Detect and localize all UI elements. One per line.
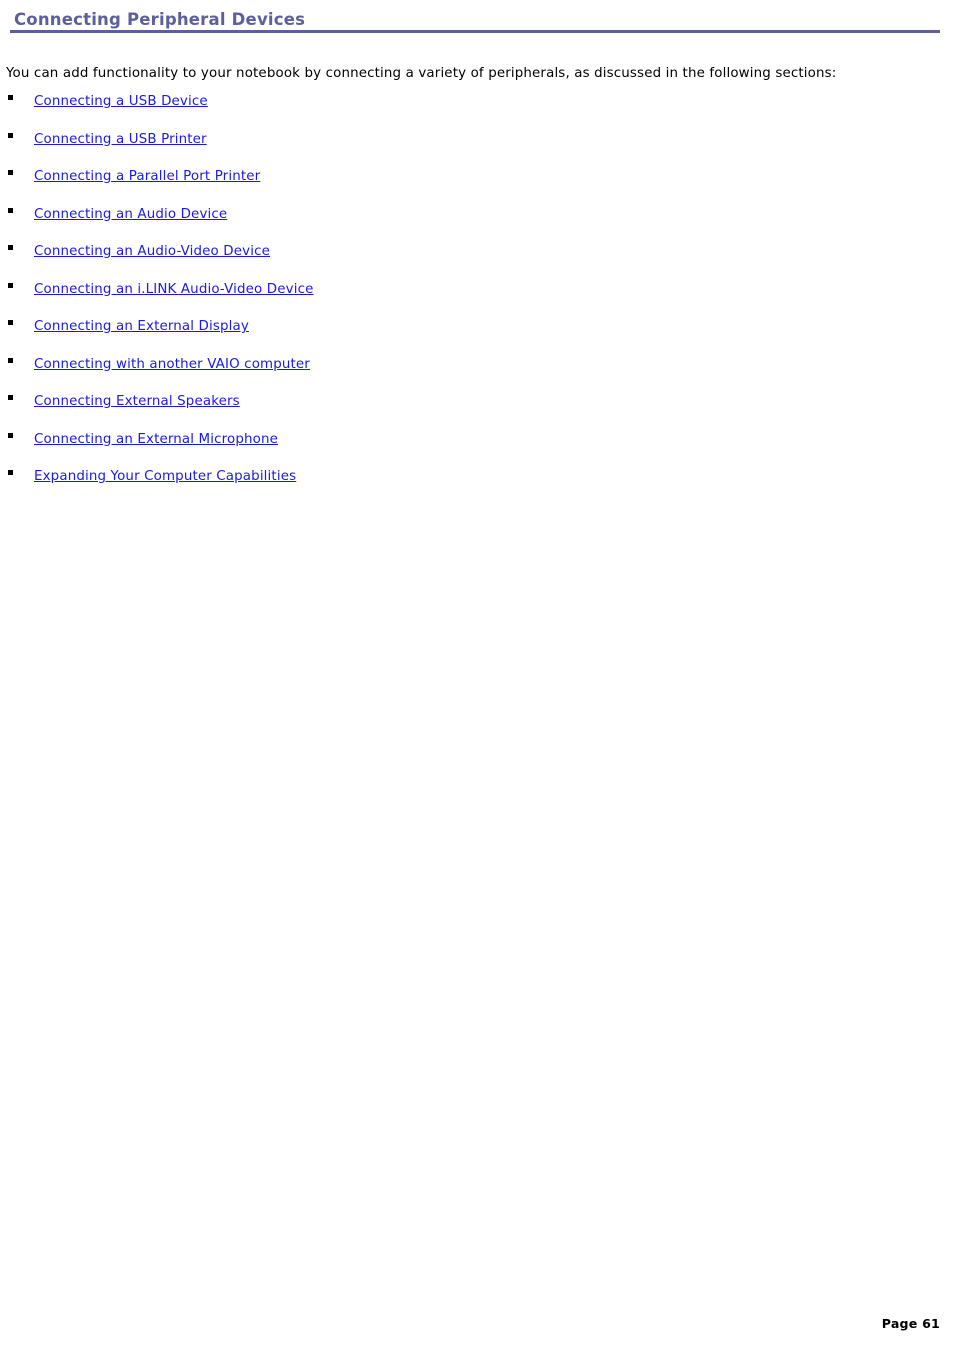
list-item: Connecting a USB Printer: [0, 128, 954, 166]
list-item: Connecting External Speakers: [0, 390, 954, 428]
square-bullet-icon: [8, 170, 13, 175]
square-bullet-icon: [8, 357, 13, 363]
section-link-connecting-an-ilink-audio-video-device[interactable]: Connecting an i.LINK Audio-Video Device: [34, 282, 314, 297]
square-bullet-icon: [8, 432, 13, 438]
section-link-connecting-with-another-vaio-computer[interactable]: Connecting with another VAIO computer: [34, 357, 310, 372]
list-item: Connecting a USB Device: [0, 90, 954, 128]
square-bullet-icon: [8, 320, 13, 325]
page-title: Connecting Peripheral Devices: [14, 10, 306, 29]
section-link-connecting-an-external-display[interactable]: Connecting an External Display: [34, 319, 249, 334]
square-bullet-icon: [8, 395, 13, 400]
square-bullet-icon: [8, 207, 13, 213]
section-link-connecting-an-external-microphone[interactable]: Connecting an External Microphone: [34, 432, 278, 447]
section-link-connecting-external-speakers[interactable]: Connecting External Speakers: [34, 394, 240, 409]
section-link-connecting-a-usb-device[interactable]: Connecting a USB Device: [34, 94, 208, 109]
intro-paragraph: You can add functionality to your notebo…: [6, 66, 837, 82]
list-item: Connecting an External Display: [0, 315, 954, 353]
list-item: Connecting an i.LINK Audio-Video Device: [0, 278, 954, 316]
list-item: Connecting an External Microphone: [0, 428, 954, 466]
square-bullet-icon: [8, 470, 13, 475]
section-link-connecting-a-usb-printer[interactable]: Connecting a USB Printer: [34, 132, 207, 147]
section-link-expanding-your-computer-capabilities[interactable]: Expanding Your Computer Capabilities: [34, 469, 296, 484]
document-page: Connecting Peripheral Devices You can ad…: [0, 0, 954, 1351]
section-link-connecting-an-audio-video-device[interactable]: Connecting an Audio-Video Device: [34, 244, 270, 259]
section-link-connecting-a-parallel-port-printer[interactable]: Connecting a Parallel Port Printer: [34, 169, 260, 184]
list-item: Connecting with another VAIO computer: [0, 353, 954, 391]
list-item: Expanding Your Computer Capabilities: [0, 465, 954, 503]
header-divider-rule: [10, 30, 940, 33]
list-item: Connecting an Audio Device: [0, 203, 954, 241]
page-footer: Page 61: [0, 1313, 940, 1332]
list-item: Connecting an Audio-Video Device: [0, 240, 954, 278]
page-number: Page 61: [881, 1316, 940, 1331]
page-header: Connecting Peripheral Devices: [0, 9, 954, 33]
square-bullet-icon: [8, 282, 13, 288]
square-bullet-icon: [8, 245, 13, 250]
square-bullet-icon: [8, 132, 13, 138]
section-link-connecting-an-audio-device[interactable]: Connecting an Audio Device: [34, 207, 227, 222]
list-item: Connecting a Parallel Port Printer: [0, 165, 954, 203]
square-bullet-icon: [8, 95, 13, 100]
section-link-list: Connecting a USB Device Connecting a USB…: [0, 90, 954, 503]
